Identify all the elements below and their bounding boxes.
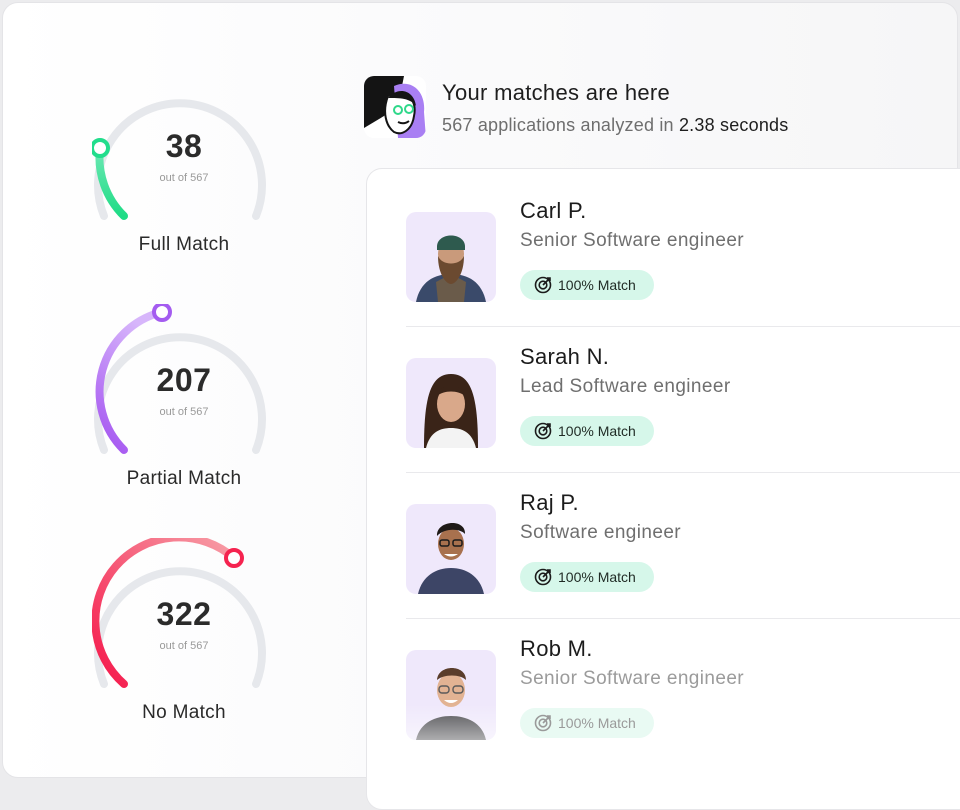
row-divider bbox=[406, 326, 960, 327]
candidate-row[interactable]: Rob M. Senior Software engineer 100% Mat… bbox=[406, 636, 960, 796]
candidate-row[interactable]: Carl P. Senior Software engineer 100% Ma… bbox=[406, 198, 960, 358]
match-badge-label: 100% Match bbox=[558, 569, 636, 585]
candidate-photo bbox=[406, 358, 496, 448]
match-badge-label: 100% Match bbox=[558, 715, 636, 731]
candidate-role: Software engineer bbox=[520, 522, 682, 543]
gauge-out-of: out of 567 bbox=[159, 640, 209, 652]
gauge-full-match: 38 out of 567 Full Match bbox=[92, 70, 276, 260]
match-badge: 100% Match bbox=[520, 416, 654, 446]
candidate-name: Carl P. bbox=[520, 198, 587, 223]
match-badge: 100% Match bbox=[520, 270, 654, 300]
target-icon bbox=[534, 276, 552, 294]
row-divider bbox=[406, 472, 960, 473]
match-badge-label: 100% Match bbox=[558, 277, 636, 293]
gauge-value: 322 bbox=[156, 596, 212, 632]
gauge-label: No Match bbox=[142, 702, 226, 723]
gauge-knob bbox=[224, 548, 244, 568]
page-title: Your matches are here bbox=[442, 80, 671, 105]
gauge-value: 38 bbox=[165, 128, 203, 164]
gauge-knob bbox=[152, 304, 172, 322]
header-illustration bbox=[364, 76, 426, 138]
target-icon bbox=[534, 714, 552, 732]
target-icon bbox=[534, 568, 552, 586]
candidate-row[interactable]: Raj P. Software engineer 100% Match bbox=[406, 490, 960, 650]
match-badge: 100% Match bbox=[520, 562, 654, 592]
candidate-photo bbox=[406, 650, 496, 740]
gauge-label: Full Match bbox=[138, 234, 230, 255]
candidate-role: Senior Software engineer bbox=[520, 230, 745, 251]
candidate-row[interactable]: Sarah N. Lead Software engineer 100% Mat… bbox=[406, 344, 960, 504]
gauge-out-of: out of 567 bbox=[159, 406, 209, 418]
gauge-value: 207 bbox=[156, 362, 212, 398]
candidate-photo bbox=[406, 504, 496, 594]
candidate-role: Senior Software engineer bbox=[520, 668, 745, 689]
gauge-label: Partial Match bbox=[126, 468, 242, 489]
candidate-role: Lead Software engineer bbox=[520, 376, 731, 397]
subtitle-time: 2.38 seconds bbox=[678, 115, 789, 135]
candidate-name: Raj P. bbox=[520, 490, 579, 515]
subtitle-prefix: 567 applications analyzed in bbox=[442, 115, 674, 135]
candidate-name: Rob M. bbox=[520, 636, 593, 661]
gauge-partial-match: 207 out of 567 Partial Match bbox=[92, 304, 276, 494]
candidate-name: Sarah N. bbox=[520, 344, 610, 369]
match-badge-label: 100% Match bbox=[558, 423, 636, 439]
gauge-out-of: out of 567 bbox=[159, 172, 209, 184]
match-badge: 100% Match bbox=[520, 708, 654, 738]
target-icon bbox=[534, 422, 552, 440]
page-subtitle: 567 applications analyzed in 2.38 second… bbox=[442, 115, 788, 136]
candidate-photo bbox=[406, 212, 496, 302]
gauge-no-match: 322 out of 567 No Match bbox=[92, 538, 276, 728]
row-divider bbox=[406, 618, 960, 619]
